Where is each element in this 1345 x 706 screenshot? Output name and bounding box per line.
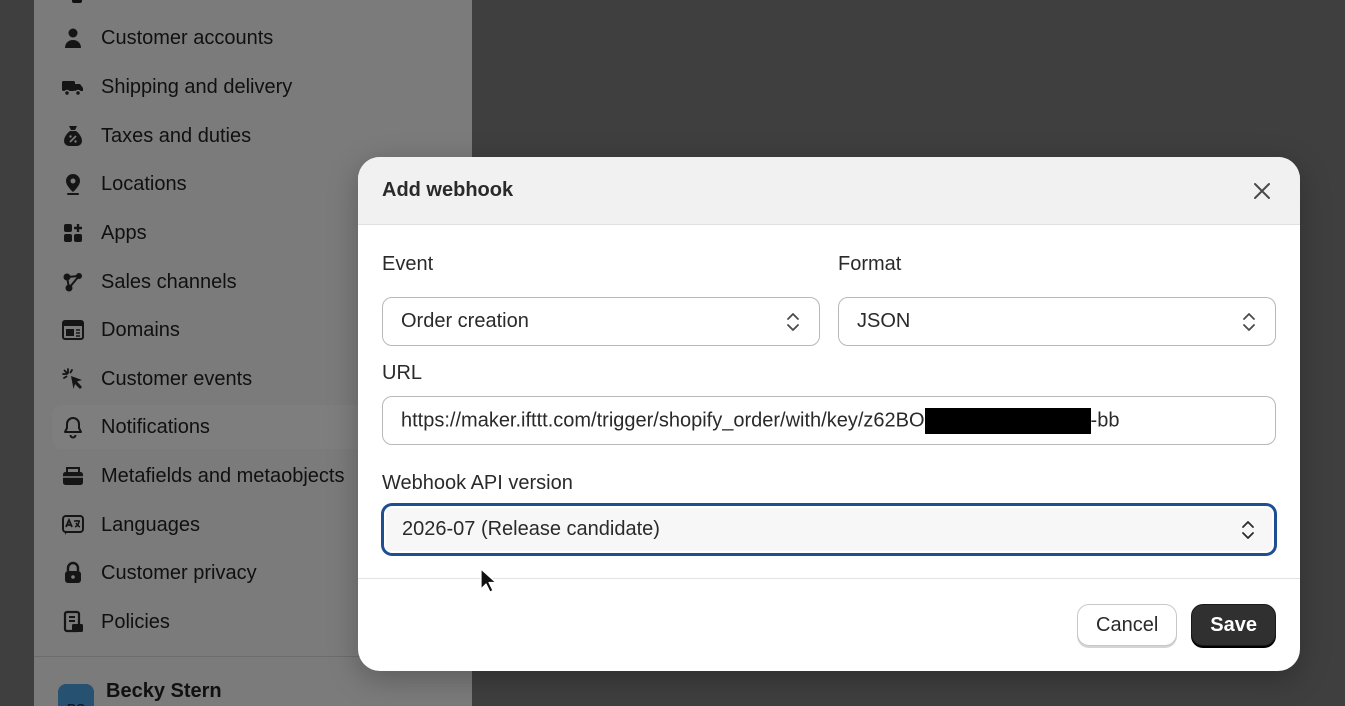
cancel-button[interactable]: Cancel — [1077, 604, 1178, 646]
mouse-pointer-icon — [480, 568, 496, 593]
dialog-footer: Cancel Save — [358, 579, 1300, 671]
format-label: Format — [838, 253, 902, 275]
chevron-up-down-icon — [1242, 520, 1254, 539]
event-select[interactable]: Order creation — [382, 297, 820, 346]
save-button[interactable]: Save — [1191, 604, 1276, 646]
url-label: URL — [382, 362, 423, 384]
add-webhook-dialog: Add webhook Event Order creation Format … — [358, 157, 1300, 671]
url-suffix: -bb — [1090, 408, 1120, 431]
close-icon[interactable] — [1248, 177, 1276, 205]
format-value: JSON — [857, 310, 911, 332]
url-prefix: https://maker.ifttt.com/trigger/shopify_… — [401, 408, 925, 431]
format-select[interactable]: JSON — [838, 297, 1276, 346]
api-version-select[interactable]: 2026-07 (Release candidate) — [382, 504, 1276, 555]
api-version-value: 2026-07 (Release candidate) — [402, 518, 660, 540]
event-value: Order creation — [401, 310, 529, 332]
redacted-key-block — [924, 407, 1091, 434]
dialog-header: Add webhook — [358, 157, 1300, 225]
url-value: https://maker.ifttt.com/trigger/shopify_… — [401, 407, 1257, 434]
dialog-title: Add webhook — [382, 179, 514, 201]
url-input[interactable]: https://maker.ifttt.com/trigger/shopify_… — [382, 396, 1276, 445]
chevron-up-down-icon — [787, 312, 799, 331]
dialog-body: Event Order creation Format JSON URL htt… — [358, 225, 1300, 579]
chevron-up-down-icon — [1243, 312, 1255, 331]
api-version-label: Webhook API version — [382, 472, 573, 494]
event-label: Event — [382, 253, 434, 275]
